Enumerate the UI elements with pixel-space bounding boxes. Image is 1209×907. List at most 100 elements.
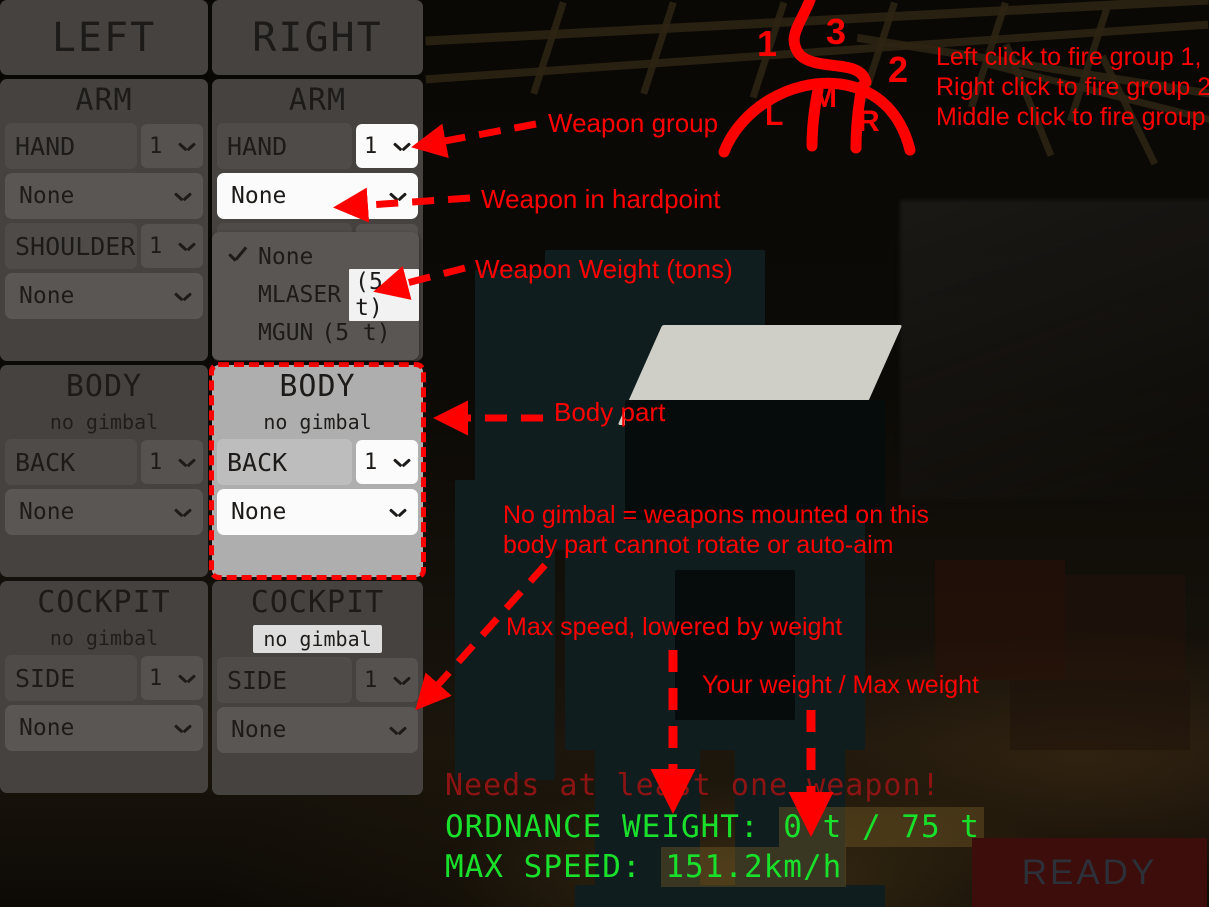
section-title: BODY: [279, 369, 356, 404]
hardpoint-label: SIDE: [217, 657, 352, 703]
weapon-group-select-left-hand[interactable]: 1: [141, 124, 203, 168]
hardpoint-label: HAND: [5, 123, 137, 169]
hardpoint-row-left-shoulder: SHOULDER 1: [5, 223, 203, 269]
ordnance-weight-label: ORDNANCE WEIGHT:: [445, 809, 760, 845]
loadout-column-left: LEFT ARM HAND 1 None SHOULDER 1 None BOD…: [0, 0, 208, 907]
ordnance-weight-value: 0 t / 75 t: [779, 807, 984, 847]
check-icon-placeholder: [226, 321, 250, 345]
weapon-select-left-back[interactable]: None: [5, 489, 203, 535]
hardpoint-label: SHOULDER: [5, 223, 137, 269]
weapon-select-value: None: [19, 499, 75, 525]
chevron-down-icon: [175, 507, 191, 517]
hardpoint-label: SIDE: [5, 655, 137, 701]
weapon-group-value: 1: [364, 449, 378, 475]
chevron-down-icon: [394, 457, 410, 467]
dropdown-option-label: MLASER: [258, 282, 342, 308]
weapon-group-value: 1: [149, 133, 163, 159]
hardpoint-label: BACK: [217, 439, 352, 485]
weapon-select-value: None: [231, 183, 287, 209]
chevron-down-icon: [390, 191, 406, 201]
chevron-down-icon: [175, 191, 191, 201]
weapon-select-right-side[interactable]: None: [217, 707, 418, 753]
chevron-down-icon: [394, 141, 410, 151]
chevron-down-icon: [179, 141, 195, 151]
weapon-select-value: None: [19, 183, 75, 209]
crate: [935, 560, 1065, 680]
weapon-select-left-shoulder[interactable]: None: [5, 273, 203, 319]
dropdown-option-label: None: [258, 244, 314, 270]
chevron-down-icon: [394, 675, 410, 685]
max-speed-label: MAX SPEED:: [445, 849, 642, 885]
section-right-cockpit: COCKPIT no gimbal SIDE 1 None: [212, 581, 423, 795]
hardpoint-row-left-back: BACK 1: [5, 439, 203, 485]
dropdown-option-weight: (5 t): [349, 269, 419, 321]
weapon-select-left-side[interactable]: None: [5, 705, 203, 751]
ready-button[interactable]: READY: [972, 838, 1207, 907]
hud-readout: Needs at least one weapon! ORDNANCE WEIG…: [445, 765, 984, 887]
ceiling-rafters: [425, 0, 1209, 170]
weapon-select-value: None: [19, 715, 75, 741]
section-left-arm: ARM HAND 1 None SHOULDER 1 None: [0, 79, 208, 361]
weapon-group-value: 1: [364, 133, 378, 159]
weapon-group-value: 1: [149, 233, 163, 259]
check-icon-placeholder: [226, 283, 250, 307]
weapon-select-value: None: [231, 717, 287, 743]
weapon-select-left-hand[interactable]: None: [5, 173, 203, 219]
hardpoint-row-left-hand: HAND 1: [5, 123, 203, 169]
weapon-group-value: 1: [149, 449, 163, 475]
crate: [1010, 680, 1190, 750]
warning-message: Needs at least one weapon!: [445, 768, 941, 803]
hardpoint-row-right-back: BACK 1: [217, 439, 418, 485]
chevron-down-icon: [390, 507, 406, 517]
dropdown-option-mgun[interactable]: MGUN (5 t): [212, 314, 419, 352]
dropdown-option-mlaser[interactable]: MLASER (5 t): [212, 269, 419, 321]
chevron-down-icon: [179, 457, 195, 467]
chevron-down-icon: [179, 241, 195, 251]
loadout-column-right: RIGHT ARM HAND 1 None SHOULDER 1: [209, 0, 426, 907]
gimbal-status: no gimbal: [253, 625, 382, 653]
chevron-down-icon: [175, 291, 191, 301]
dropdown-option-weight: (5 t): [321, 320, 391, 346]
column-title-left: LEFT: [0, 0, 208, 75]
hardpoint-label: BACK: [5, 439, 137, 485]
column-title-right: RIGHT: [212, 0, 423, 75]
max-speed-value: 151.2km/h: [661, 847, 847, 887]
hardpoint-row-left-side: SIDE 1: [5, 655, 203, 701]
max-speed-row: MAX SPEED: 151.2km/h: [445, 847, 984, 887]
section-left-body: BODY no gimbal BACK 1 None: [0, 365, 208, 577]
section-title: ARM: [288, 83, 347, 118]
weapon-group-select-right-side[interactable]: 1: [356, 658, 418, 702]
hardpoint-row-right-hand: HAND 1: [217, 123, 418, 169]
weapon-group-select-left-side[interactable]: 1: [141, 656, 203, 700]
weapon-select-right-hand[interactable]: None: [217, 173, 418, 219]
gimbal-status: no gimbal: [49, 410, 159, 434]
section-right-body: BODY no gimbal BACK 1 None: [209, 362, 426, 580]
chevron-down-icon: [179, 673, 195, 683]
dropdown-option-label: MGUN: [258, 320, 314, 346]
gimbal-status: no gimbal: [49, 626, 159, 650]
weapon-select-value: None: [19, 283, 75, 309]
gimbal-status: no gimbal: [263, 410, 372, 434]
weapon-group-value: 1: [364, 667, 378, 693]
check-icon: [226, 245, 250, 269]
hardpoint-label: HAND: [217, 123, 352, 169]
crate: [1065, 575, 1185, 680]
weapon-group-select-right-hand[interactable]: 1: [356, 124, 418, 168]
hardpoint-row-right-side: SIDE 1: [217, 657, 418, 703]
weapon-group-select-left-back[interactable]: 1: [141, 440, 203, 484]
section-title: COCKPIT: [37, 585, 171, 620]
mech-loadout-panel: LEFT ARM HAND 1 None SHOULDER 1 None BOD…: [0, 0, 426, 907]
section-title: ARM: [75, 83, 133, 118]
chevron-down-icon: [390, 725, 406, 735]
weapon-group-value: 1: [149, 665, 163, 691]
section-title: BODY: [65, 369, 143, 404]
weapon-group-select-right-back[interactable]: 1: [356, 440, 418, 484]
weapon-dropdown-list[interactable]: None MLASER (5 t) MGUN (5 t): [212, 232, 419, 360]
section-title: COCKPIT: [250, 585, 385, 620]
weapon-group-select-left-shoulder[interactable]: 1: [141, 224, 203, 268]
chevron-down-icon: [175, 723, 191, 733]
weapon-select-right-back[interactable]: None: [217, 489, 418, 535]
